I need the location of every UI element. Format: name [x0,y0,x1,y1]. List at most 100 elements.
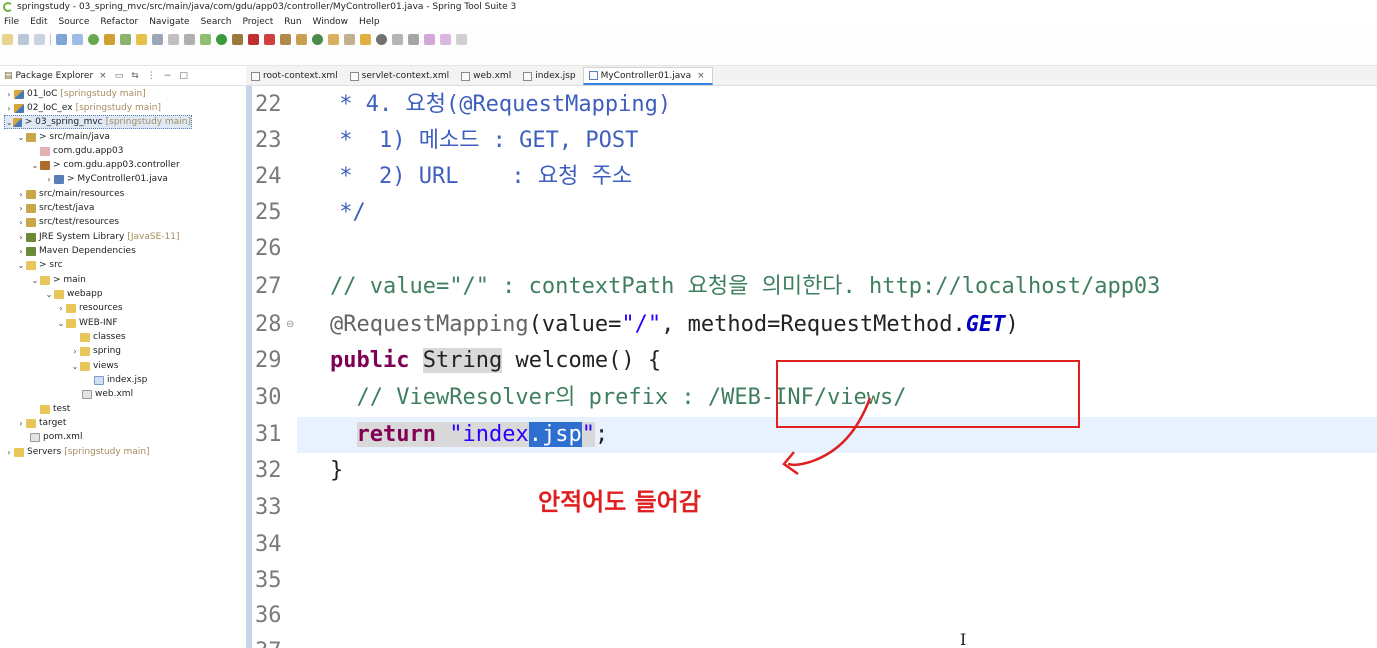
tree-item-jre-system-library[interactable]: › JRE System Library [JavaSE-11] [16,230,179,244]
web-browser-icon[interactable] [312,33,323,45]
menu-project[interactable]: Project [242,17,273,27]
collapse-all-icon[interactable]: ▭ [115,71,124,81]
chevron-right-icon[interactable]: › [16,204,26,213]
menu-help[interactable]: Help [359,17,380,27]
tree-item-src-test-resources[interactable]: › src/test/resources [16,215,119,229]
tree-item-web-inf[interactable]: ⌄ WEB-INF [56,316,118,330]
chevron-right-icon[interactable]: › [4,448,14,457]
forward-icon[interactable] [440,33,451,45]
tree-item-01-ioc[interactable]: › 01_IoC [springstudy main] [4,87,145,101]
tab-web-xml[interactable]: web.xml [456,67,518,85]
new-icon[interactable] [2,33,13,45]
chevron-down-icon[interactable]: ⌄ [16,133,26,142]
new-class-icon[interactable] [296,33,307,45]
chevron-down-icon[interactable]: ⌄ [56,319,66,328]
menu-run[interactable]: Run [284,17,301,27]
back-icon[interactable] [424,33,435,45]
tree-item-src-test-java[interactable]: › src/test/java [16,201,94,215]
chevron-down-icon[interactable]: ⌄ [44,290,54,299]
chevron-right-icon[interactable]: › [44,175,54,184]
tree-item-views[interactable]: ⌄ views [70,359,119,373]
tree-item-web-xml[interactable]: web.xml [72,387,133,401]
tree-item-src[interactable]: ⌄ > src [16,258,63,272]
tree-item-resources[interactable]: › resources [56,301,122,315]
maximize-icon[interactable]: □ [179,71,188,81]
chevron-right-icon[interactable]: › [16,233,26,242]
launch-icon[interactable] [104,33,115,45]
stop-icon[interactable] [248,33,259,45]
open-perspective-icon[interactable] [376,33,387,45]
tree-item-mycontroller01[interactable]: › > MyController01.java [44,172,168,186]
tab-servlet-context-xml[interactable]: servlet-context.xml [345,67,456,85]
spring-boot-icon[interactable] [88,33,99,45]
chevron-down-icon[interactable]: ⌄ [30,161,40,170]
tree-item-target[interactable]: › target [16,416,66,430]
tree-item-02-ioc-ex[interactable]: › 02_IoC_ex [springstudy main] [4,101,161,115]
tree-item-src-main-java[interactable]: ⌄ > src/main/java [16,130,110,144]
tree-item-servers[interactable]: › Servers [springstudy main] [4,445,149,459]
block-selection-icon[interactable] [184,33,195,45]
chevron-down-icon[interactable]: ⌄ [16,261,26,270]
new-package-icon[interactable] [280,33,291,45]
menu-search[interactable]: Search [201,17,232,27]
close-icon[interactable]: × [99,71,107,81]
fold-toggle-icon[interactable]: ⊖ [286,319,294,330]
tree-item-maven-dependencies[interactable]: › Maven Dependencies [16,244,135,258]
tree-item-classes[interactable]: classes [70,330,126,344]
toggle-mark-icon[interactable] [152,33,163,45]
chevron-down-icon[interactable]: ⌄ [70,362,80,371]
tree-item-main[interactable]: ⌄ > main [30,273,86,287]
menu-navigate[interactable]: Navigate [149,17,189,27]
menu-refactor[interactable]: Refactor [100,17,138,27]
open-type-icon[interactable] [120,33,131,45]
chevron-right-icon[interactable]: › [16,419,26,428]
package-explorer-icon: ▤ [4,70,13,81]
menu-source[interactable]: Source [59,17,90,27]
save-icon[interactable] [18,33,29,45]
chevron-right-icon[interactable]: › [4,104,14,113]
server-icon[interactable] [264,33,275,45]
package-explorer-tab[interactable]: Package Explorer [16,71,94,81]
open-task-icon[interactable] [136,33,147,45]
terminal-icon[interactable] [56,33,67,45]
debug-icon[interactable] [200,33,211,45]
external-tools-icon[interactable] [232,33,243,45]
minimize-icon[interactable]: − [164,71,172,81]
chevron-right-icon[interactable]: › [16,218,26,227]
chevron-right-icon[interactable]: › [56,304,66,313]
skip-breakpoints-icon[interactable] [72,33,83,45]
tree-item-test[interactable]: test [30,402,70,416]
search-icon[interactable] [360,33,371,45]
pin-editor-icon[interactable] [456,33,467,45]
prev-annotation-icon[interactable] [408,33,419,45]
view-menu-icon[interactable]: ⋮ [147,71,156,81]
chevron-right-icon[interactable]: › [16,190,26,199]
chevron-down-icon[interactable]: ⌄ [30,276,40,285]
open-folder-icon[interactable] [328,33,339,45]
menu-edit[interactable]: Edit [30,17,47,27]
tree-item-03-spring-mvc[interactable]: ⌄ > 03_spring_mvc [springstudy main] [4,115,192,129]
chevron-right-icon[interactable]: › [16,247,26,256]
open-file-icon[interactable] [344,33,355,45]
tab-mycontroller01-java[interactable]: MyController01.java × [582,67,713,85]
save-all-icon[interactable] [34,33,45,45]
tree-item-spring[interactable]: › spring [70,344,121,358]
chevron-down-icon[interactable]: ⌄ [5,118,13,127]
close-icon[interactable]: × [697,71,705,81]
chevron-right-icon[interactable]: › [4,90,14,99]
tree-item-package-app03[interactable]: com.gdu.app03 [30,144,123,158]
show-whitespace-icon[interactable] [168,33,179,45]
tab-index-jsp[interactable]: index.jsp [518,67,582,85]
next-annotation-icon[interactable] [392,33,403,45]
tree-item-package-controller[interactable]: ⌄ > com.gdu.app03.controller [30,158,180,172]
link-editor-icon[interactable]: ⇆ [131,71,139,81]
tree-item-src-main-resources[interactable]: › src/main/resources [16,187,124,201]
menu-window[interactable]: Window [313,17,349,27]
run-icon[interactable] [216,33,227,45]
chevron-right-icon[interactable]: › [70,347,80,356]
tree-item-webapp[interactable]: ⌄ webapp [44,287,103,301]
tree-item-pom-xml[interactable]: pom.xml [20,430,82,444]
menu-file[interactable]: File [4,17,19,27]
tab-root-context-xml[interactable]: root-context.xml [246,67,345,85]
tree-item-index-jsp[interactable]: index.jsp [84,373,147,387]
